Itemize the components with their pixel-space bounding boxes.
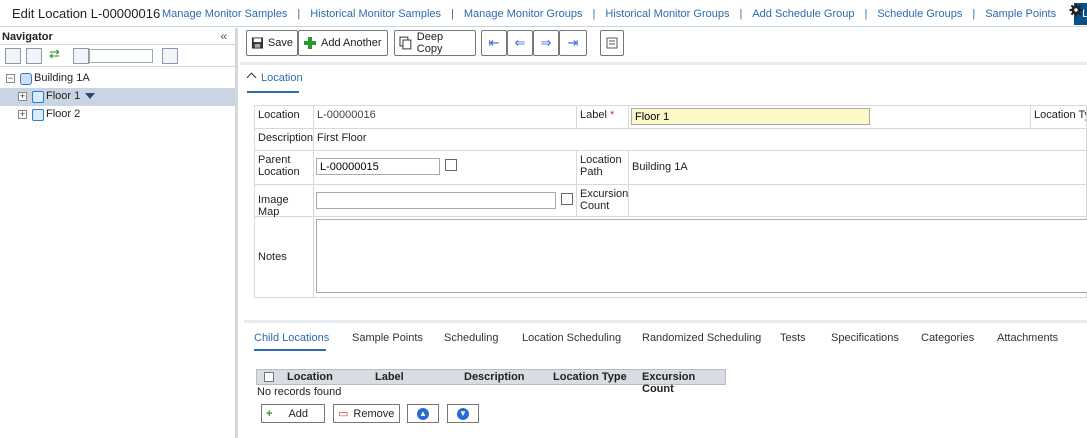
collapse-navigator-icon[interactable]: « <box>220 29 227 43</box>
image-map-input[interactable] <box>316 192 556 209</box>
location-value: L-00000016 <box>314 106 577 129</box>
move-down-button[interactable]: ▼ <box>447 404 479 423</box>
remove-button[interactable]: ▭ Remove <box>333 404 400 423</box>
refresh-icon[interactable]: ⇄ <box>49 46 65 62</box>
parent-location-input[interactable] <box>316 158 440 175</box>
add-node-icon[interactable] <box>162 48 178 64</box>
save-button[interactable]: Save <box>246 30 298 56</box>
deep-copy-button[interactable]: Deep Copy <box>394 30 476 56</box>
location-label: Location <box>254 106 314 129</box>
description-label: Description <box>254 129 314 151</box>
location-form: Location L-00000016 Label * Location Ty … <box>254 105 1087 298</box>
navigator-title: Navigator <box>2 31 53 43</box>
tab-child-locations[interactable]: Child Locations <box>254 332 329 344</box>
navigator-search-input[interactable] <box>89 49 153 63</box>
expand-node-icon[interactable]: + <box>18 92 27 101</box>
collapse-all-icon[interactable] <box>26 48 42 64</box>
expand-all-icon[interactable] <box>5 48 21 64</box>
section-header: Location <box>240 62 1087 93</box>
arrow-down-icon: ▼ <box>457 407 469 420</box>
remove-icon: ▭ <box>338 408 349 420</box>
empty-grid-message: No records found <box>257 386 342 398</box>
add-button[interactable]: + Add <box>261 404 325 423</box>
tree-label: Floor 2 <box>46 108 81 120</box>
tree-item-building[interactable]: − Building 1A <box>0 70 236 88</box>
nav-add-schedule-group[interactable]: Add Schedule Group <box>742 8 864 20</box>
location-path-value: Building 1A <box>629 151 1087 185</box>
tab-specifications[interactable]: Specifications <box>831 332 899 344</box>
tab-attachments[interactable]: Attachments <box>997 332 1058 344</box>
tree-item-floor1[interactable]: + Floor 1 <box>0 88 236 106</box>
nav-schedule-groups[interactable]: Schedule Groups <box>867 8 972 20</box>
excursion-count-label: Excursion Count <box>577 185 629 217</box>
location-icon <box>32 91 44 103</box>
column-excursion-count[interactable]: Excursion Count <box>642 371 725 395</box>
top-bar: Edit Location L-00000016 Manage Monitor … <box>0 0 1087 27</box>
tree-item-floor2[interactable]: + Floor 2 <box>0 106 236 124</box>
child-tabs-panel: Child Locations Sample Points Scheduling… <box>244 320 1087 430</box>
move-up-button[interactable]: ▲ <box>407 404 439 423</box>
navigator-panel: Navigator « ⇄ − Building 1A + Floor 1 + … <box>0 28 238 438</box>
navigator-header: Navigator « <box>0 28 235 45</box>
tree-label: Building 1A <box>34 72 90 84</box>
notes-textarea[interactable] <box>316 219 1087 293</box>
arrow-up-icon: ▲ <box>417 407 429 420</box>
next-record-icon[interactable]: ⇒ <box>533 30 559 56</box>
save-icon <box>251 37 263 49</box>
navigator-toolbar: ⇄ <box>0 45 235 67</box>
nav-historical-monitor-samples[interactable]: Historical Monitor Samples <box>300 8 451 20</box>
tab-tests[interactable]: Tests <box>780 332 806 344</box>
tab-location-scheduling[interactable]: Location Scheduling <box>522 332 621 344</box>
description-value[interactable]: First Floor <box>314 129 1087 151</box>
add-icon <box>304 37 316 49</box>
building-icon <box>20 73 32 85</box>
tab-scheduling[interactable]: Scheduling <box>444 332 498 344</box>
dropdown-arrow-icon[interactable] <box>85 93 95 99</box>
previous-record-icon[interactable]: ⇐ <box>507 30 533 56</box>
location-type-label: Location Ty <box>1031 106 1087 129</box>
location-icon <box>32 109 44 121</box>
page-title: Edit Location L-00000016 <box>12 6 161 21</box>
chevron-up-icon[interactable] <box>246 72 257 83</box>
collapse-node-icon[interactable]: − <box>6 74 15 83</box>
excursion-count-value <box>629 185 1087 217</box>
top-nav: Manage Monitor Samples | Historical Monit… <box>152 0 1087 27</box>
parent-location-label: Parent Location <box>254 151 314 185</box>
column-location[interactable]: Location <box>287 371 333 383</box>
tab-location[interactable]: Location <box>261 72 303 84</box>
add-icon: + <box>266 407 273 420</box>
add-another-button[interactable]: Add Another <box>298 30 388 56</box>
label-input[interactable] <box>631 108 870 125</box>
grid-header: Location Label Description Location Type… <box>256 369 726 395</box>
column-description[interactable]: Description <box>464 371 525 383</box>
location-path-label: Location Path <box>577 151 629 185</box>
column-label[interactable]: Label <box>375 371 404 383</box>
tab-categories[interactable]: Categories <box>921 332 974 344</box>
gear-icon[interactable] <box>1069 3 1083 17</box>
label-label: Label * <box>577 106 629 129</box>
expand-node-icon[interactable]: + <box>18 110 27 119</box>
column-location-type[interactable]: Location Type <box>553 371 627 383</box>
copy-icon <box>399 36 412 50</box>
notes-icon[interactable] <box>600 30 624 56</box>
nav-historical-monitor-groups[interactable]: Historical Monitor Groups <box>595 8 739 20</box>
nav-manage-monitor-groups[interactable]: Manage Monitor Groups <box>454 8 593 20</box>
image-map-label: Image Map <box>254 185 314 218</box>
search-icon[interactable] <box>73 48 89 64</box>
nav-manage-monitor-samples[interactable]: Manage Monitor Samples <box>152 8 297 20</box>
last-record-icon[interactable]: ⇥ <box>559 30 587 56</box>
select-all-checkbox[interactable] <box>264 372 274 382</box>
notes-label: Notes <box>254 217 314 298</box>
open-link-icon[interactable] <box>561 193 573 205</box>
first-record-icon[interactable]: ⇤ <box>481 30 507 56</box>
tab-randomized-scheduling[interactable]: Randomized Scheduling <box>642 332 761 344</box>
tab-sample-points[interactable]: Sample Points <box>352 332 423 344</box>
open-link-icon[interactable] <box>445 159 457 171</box>
nav-sample-points[interactable]: Sample Points <box>975 8 1066 20</box>
tree-label: Floor 1 <box>46 90 81 102</box>
